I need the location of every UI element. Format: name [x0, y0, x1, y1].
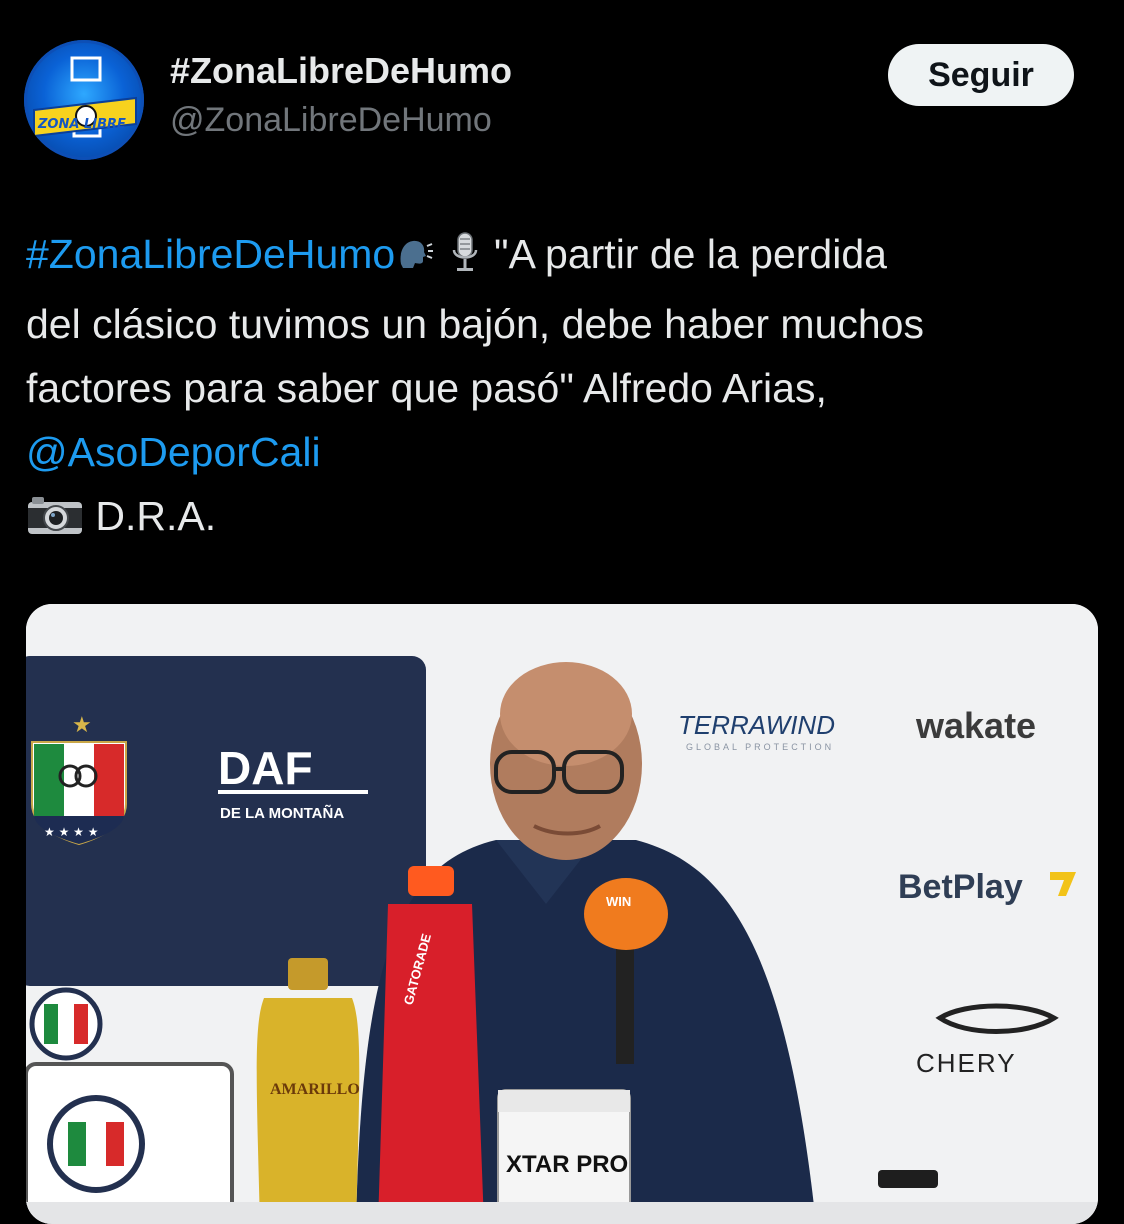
svg-text:★ ★ ★ ★: ★ ★ ★ ★ [44, 825, 98, 839]
avatar-text: ZONA LIBRE [37, 117, 126, 132]
gatorade-bottle: GATORADE [378, 866, 484, 1224]
mic-brand-text: WIN [606, 894, 631, 909]
author-avatar[interactable]: ZONA LIBRE [24, 40, 144, 160]
tweet-line-4: @AsoDeporCali [26, 420, 1096, 484]
daf-subtext: DE LA MONTAÑA [220, 804, 344, 822]
tweet-line-5: D.R.A. [26, 484, 1096, 554]
tweet-line-1-text: "A partir de la perdida [494, 231, 887, 277]
author-display-name[interactable]: #ZonaLibreDeHumo [170, 50, 512, 92]
amarillo-label: AMARILLO [270, 1081, 360, 1098]
xtar-label: XTAR PRO [506, 1151, 628, 1178]
tweet-media-image[interactable]: ★ ★ ★ ★ ★ DAF DE LA MONTAÑA TERRAWIND GL… [26, 604, 1098, 1224]
chery-logo: CHERY [916, 1048, 1017, 1078]
follow-button[interactable]: Seguir [888, 44, 1074, 106]
avatar-logo-icon: ZONA LIBRE [33, 56, 137, 138]
tweet-line-1: #ZonaLibreDeHumo "A partir de la perdida [26, 222, 1096, 292]
tweet-text: #ZonaLibreDeHumo "A partir de la perdida… [26, 222, 1096, 554]
betplay-logo: BetPlay [898, 868, 1023, 906]
photo-credit: D.R.A. [95, 493, 217, 539]
phone-on-table [878, 1170, 938, 1188]
speaking-head-icon [395, 228, 435, 292]
daf-text: DAF [218, 742, 313, 794]
mention-link[interactable]: @AsoDeporCali [26, 429, 321, 475]
wakate-logo: wakate [915, 705, 1036, 746]
svg-text:★: ★ [72, 713, 92, 738]
tweet-header: ZONA LIBRE #ZonaLibreDeHumo @ZonaLibreDe… [0, 0, 1124, 170]
tweet-line-3: factores para saber que pasó" Alfredo Ar… [26, 365, 827, 411]
tweet-line-2: del clásico tuvimos un bajón, debe haber… [26, 301, 924, 347]
author-handle[interactable]: @ZonaLibreDeHumo [170, 101, 492, 140]
terrawind-logo: TERRAWIND [678, 710, 835, 740]
hashtag-link[interactable]: #ZonaLibreDeHumo [26, 231, 395, 277]
terrawind-subtext: GLOBAL PROTECTION [686, 742, 834, 752]
press-conference-photo: ★ ★ ★ ★ ★ DAF DE LA MONTAÑA TERRAWIND GL… [26, 604, 1098, 1224]
camera-icon [26, 490, 84, 554]
microphone-icon [447, 228, 483, 292]
